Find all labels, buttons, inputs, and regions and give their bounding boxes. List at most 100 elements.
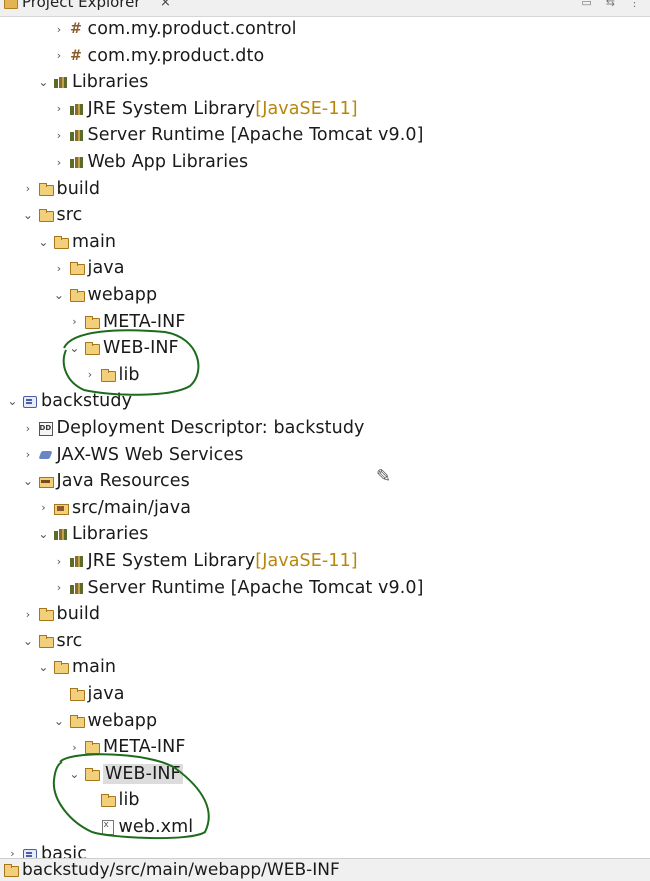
tree-item[interactable]: › META-INF bbox=[68, 309, 186, 335]
chevron-right-icon[interactable]: › bbox=[68, 315, 81, 328]
tree-item[interactable]: ⌄ src bbox=[22, 628, 83, 654]
tree-item[interactable]: ⌄ webapp bbox=[53, 708, 158, 734]
folder-icon bbox=[53, 660, 69, 675]
deploy-icon bbox=[38, 421, 53, 436]
view-title[interactable]: Project Explorer bbox=[22, 0, 141, 11]
chevron-down-icon[interactable]: ⌄ bbox=[37, 527, 50, 541]
chevron-right-icon[interactable]: › bbox=[22, 448, 35, 461]
folder-icon bbox=[69, 288, 85, 302]
view-menu-icon[interactable]: ⋮ bbox=[629, 0, 640, 9]
chevron-right-icon[interactable]: › bbox=[68, 741, 81, 754]
tree-item[interactable]: › JAX-WS Web Services bbox=[22, 442, 244, 468]
chevron-right-icon[interactable]: › bbox=[53, 23, 66, 36]
library-icon bbox=[69, 581, 84, 595]
tree-item[interactable]: › # com.my.product.control bbox=[53, 16, 297, 42]
tree-item-label: META-INF bbox=[103, 311, 186, 332]
chevron-right-icon[interactable]: › bbox=[53, 156, 66, 169]
tree-item-label: main bbox=[72, 657, 117, 678]
chevron-down-icon[interactable]: ⌄ bbox=[53, 714, 66, 728]
chevron-right-icon[interactable]: › bbox=[53, 102, 66, 115]
tree-item-label: Server Runtime [Apache Tomcat v9.0] bbox=[87, 577, 424, 598]
tree-item-label: META-INF bbox=[103, 737, 186, 758]
chevron-right-icon[interactable]: › bbox=[22, 422, 35, 435]
tree-item[interactable]: › JRE System Library [JavaSE-11] bbox=[53, 548, 358, 574]
chevron-right-icon[interactable]: › bbox=[22, 182, 35, 195]
tree-item[interactable]: › src/main/java bbox=[37, 495, 191, 521]
chevron-right-icon[interactable]: › bbox=[37, 501, 50, 514]
chevron-right-icon[interactable]: › bbox=[53, 581, 66, 594]
chevron-down-icon[interactable]: ⌄ bbox=[68, 341, 81, 355]
tree-item[interactable]: › java bbox=[53, 255, 125, 281]
folder-icon bbox=[38, 607, 54, 622]
tree-item[interactable]: › META-INF bbox=[68, 734, 186, 760]
tree-item-label: Web App Libraries bbox=[87, 152, 249, 172]
tree-item-label: Server Runtime [Apache Tomcat v9.0] bbox=[87, 125, 424, 146]
tree-item[interactable]: › Web App Libraries bbox=[53, 149, 249, 175]
folder-icon bbox=[38, 182, 54, 196]
folder-icon bbox=[4, 0, 18, 9]
chevron-down-icon[interactable]: ⌄ bbox=[37, 75, 50, 89]
tree-item[interactable]: ⌄ main bbox=[37, 229, 116, 255]
tree-item[interactable]: › # com.my.product.dto bbox=[53, 43, 265, 69]
folder-icon bbox=[69, 714, 85, 728]
chevron-down-icon[interactable]: ⌄ bbox=[22, 634, 35, 648]
chevron-right-icon[interactable]: › bbox=[53, 262, 66, 275]
tree-item[interactable]: web.xml bbox=[84, 814, 194, 840]
tree-item-label: WEB-INF bbox=[103, 338, 179, 359]
srcfolder-icon bbox=[53, 501, 69, 515]
tree-item[interactable]: › Server Runtime [Apache Tomcat v9.0] bbox=[53, 122, 424, 148]
tree-item[interactable]: › build bbox=[22, 601, 101, 627]
tree-item-label: lib bbox=[118, 364, 140, 385]
chevron-right-icon[interactable]: › bbox=[53, 129, 66, 142]
collapse-all-icon[interactable]: ▭ bbox=[581, 0, 591, 9]
folder-icon bbox=[3, 863, 19, 877]
chevron-down-icon[interactable]: ⌄ bbox=[53, 288, 66, 302]
tree-item[interactable]: ⌄ Libraries bbox=[37, 521, 148, 547]
tree-item[interactable]: ⌄ WEB-INF bbox=[68, 761, 183, 787]
chevron-down-icon[interactable]: ⌄ bbox=[6, 394, 19, 408]
tree-item[interactable]: › Deployment Descriptor: backstudy bbox=[22, 415, 365, 441]
view-toolbar: ▭ ⇆ ⋮ bbox=[581, 0, 640, 9]
close-icon[interactable]: × bbox=[160, 0, 171, 10]
tree-item[interactable]: ⌄ backstudy bbox=[6, 388, 132, 414]
tree-item-label: src/main/java bbox=[72, 497, 192, 518]
chevron-down-icon[interactable]: ⌄ bbox=[37, 235, 50, 249]
library-icon bbox=[69, 554, 84, 568]
tree-item-label: WEB-INF bbox=[103, 763, 183, 784]
javares-icon bbox=[38, 474, 54, 489]
chevron-down-icon[interactable]: ⌄ bbox=[22, 208, 35, 222]
tree-item-label: build bbox=[56, 178, 101, 199]
link-editor-icon[interactable]: ⇆ bbox=[606, 0, 615, 9]
chevron-down-icon[interactable]: ⌄ bbox=[22, 474, 35, 488]
tree-item[interactable]: lib bbox=[84, 787, 140, 813]
chevron-down-icon[interactable]: ⌄ bbox=[37, 660, 50, 674]
folder-icon bbox=[84, 767, 100, 781]
tree-item[interactable]: › build bbox=[22, 176, 101, 202]
chevron-right-icon[interactable]: › bbox=[84, 368, 97, 381]
tree-item[interactable]: ⌄ Libraries bbox=[37, 69, 148, 95]
tree-item-label: java bbox=[87, 684, 125, 704]
library-icon bbox=[69, 102, 84, 116]
tree-item[interactable]: › lib bbox=[84, 362, 140, 388]
tree-item-label: lib bbox=[118, 790, 140, 811]
tree-item[interactable]: java bbox=[53, 681, 125, 707]
tree-item-label: webapp bbox=[87, 710, 158, 731]
tree-item[interactable]: ⌄ WEB-INF bbox=[68, 335, 179, 361]
chevron-down-icon[interactable]: ⌄ bbox=[68, 767, 81, 781]
chevron-right-icon[interactable]: › bbox=[53, 555, 66, 568]
tree-item-label: java bbox=[87, 258, 125, 279]
tree-item[interactable]: › Server Runtime [Apache Tomcat v9.0] bbox=[53, 575, 424, 601]
tree-item[interactable]: ⌄ webapp bbox=[53, 282, 158, 308]
chevron-right-icon[interactable]: › bbox=[22, 608, 35, 621]
tree-item-label: webapp bbox=[87, 285, 158, 305]
tree-item-decoration: [JavaSE-11] bbox=[255, 98, 358, 119]
tree-item-label: src bbox=[56, 630, 83, 651]
tree-item-label: main bbox=[72, 231, 117, 252]
folder-icon bbox=[84, 341, 100, 356]
folder-icon bbox=[100, 793, 116, 808]
chevron-right-icon[interactable]: › bbox=[53, 49, 66, 62]
tree-item[interactable]: ⌄ Java Resources bbox=[22, 468, 190, 494]
tree-item[interactable]: › JRE System Library [JavaSE-11] bbox=[53, 96, 358, 122]
tree-item[interactable]: ⌄ src bbox=[22, 202, 83, 228]
tree-item[interactable]: ⌄ main bbox=[37, 654, 116, 680]
